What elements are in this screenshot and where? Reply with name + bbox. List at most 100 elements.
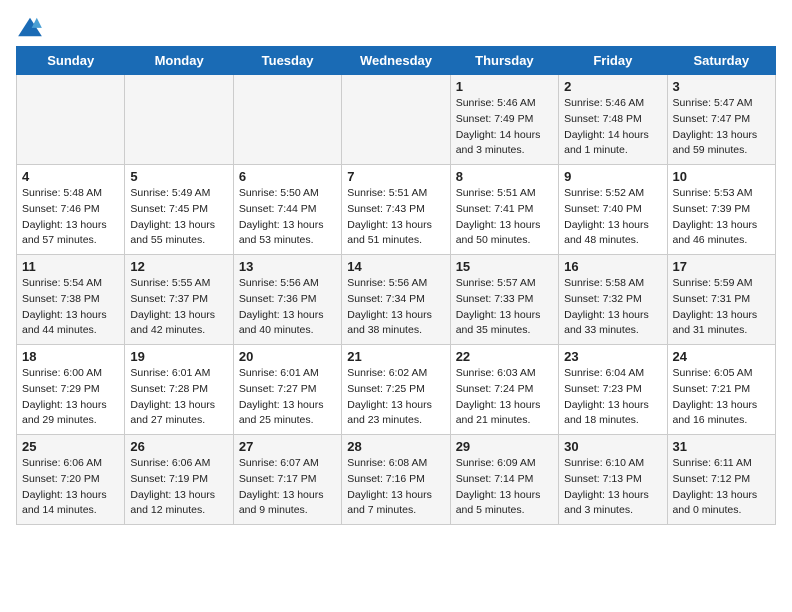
day-cell: 19Sunrise: 6:01 AM Sunset: 7:28 PM Dayli… [125, 345, 233, 435]
day-cell: 21 Sunrise: 6:02 AM Sunset: 7:25 PM Dayli… [342, 345, 450, 435]
day-cell: 18Sunrise: 6:00 AM Sunset: 7:29 PM Dayli… [17, 345, 125, 435]
day-info: Sunrise: 5:50 AM Sunset: 7:44 PM Dayligh… [239, 186, 336, 249]
day-header-thursday: Thursday [450, 47, 558, 75]
day-info: Sunrise: 5:46 AM Sunset: 7:49 PM Dayligh… [456, 96, 553, 159]
day-cell: 10 Sunrise: 5:53 AM Sunset: 7:39 PM Dayli… [667, 165, 775, 255]
day-cell: 9 Sunrise: 5:52 AM Sunset: 7:40 PM Daylig… [559, 165, 667, 255]
day-number: 31 [673, 439, 770, 454]
day-info: Sunrise: 6:06 AM Sunset: 7:19 PM Dayligh… [130, 456, 227, 519]
day-number: 15 [456, 259, 553, 274]
day-info: Sunrise: 6:08 AM Sunset: 7:16 PM Dayligh… [347, 456, 444, 519]
day-cell: 29 Sunrise: 6:09 AM Sunset: 7:14 PM Dayli… [450, 435, 558, 525]
day-info: Sunrise: 5:48 AM Sunset: 7:46 PM Dayligh… [22, 186, 119, 249]
week-row-5: 25 Sunrise: 6:06 AM Sunset: 7:20 PM Dayli… [17, 435, 776, 525]
day-cell: 31 Sunrise: 6:11 AM Sunset: 7:12 PM Dayli… [667, 435, 775, 525]
day-number: 2 [564, 79, 661, 94]
day-info: Sunrise: 5:56 AM Sunset: 7:36 PM Dayligh… [239, 276, 336, 339]
day-cell: 3 Sunrise: 5:47 AM Sunset: 7:47 PM Daylig… [667, 75, 775, 165]
week-row-4: 18Sunrise: 6:00 AM Sunset: 7:29 PM Dayli… [17, 345, 776, 435]
day-info: Sunrise: 6:02 AM Sunset: 7:25 PM Dayligh… [347, 366, 444, 429]
day-info: Sunrise: 5:59 AM Sunset: 7:31 PM Dayligh… [673, 276, 770, 339]
day-number: 27 [239, 439, 336, 454]
day-number: 1 [456, 79, 553, 94]
day-cell: 13Sunrise: 5:56 AM Sunset: 7:36 PM Dayli… [233, 255, 341, 345]
day-cell: 6 Sunrise: 5:50 AM Sunset: 7:44 PM Daylig… [233, 165, 341, 255]
day-number: 14 [347, 259, 444, 274]
day-header-wednesday: Wednesday [342, 47, 450, 75]
day-cell: 5 Sunrise: 5:49 AM Sunset: 7:45 PM Daylig… [125, 165, 233, 255]
day-cell: 16 Sunrise: 5:58 AM Sunset: 7:32 PM Dayli… [559, 255, 667, 345]
day-number: 24 [673, 349, 770, 364]
day-info: Sunrise: 5:54 AM Sunset: 7:38 PM Dayligh… [22, 276, 119, 339]
day-number: 25 [22, 439, 119, 454]
day-info: Sunrise: 5:47 AM Sunset: 7:47 PM Dayligh… [673, 96, 770, 159]
day-cell [233, 75, 341, 165]
day-number: 18 [22, 349, 119, 364]
day-info: Sunrise: 5:53 AM Sunset: 7:39 PM Dayligh… [673, 186, 770, 249]
day-number: 10 [673, 169, 770, 184]
week-row-2: 4 Sunrise: 5:48 AM Sunset: 7:46 PM Daylig… [17, 165, 776, 255]
day-number: 9 [564, 169, 661, 184]
day-number: 22 [456, 349, 553, 364]
day-number: 16 [564, 259, 661, 274]
day-info: Sunrise: 5:57 AM Sunset: 7:33 PM Dayligh… [456, 276, 553, 339]
day-info: Sunrise: 6:06 AM Sunset: 7:20 PM Dayligh… [22, 456, 119, 519]
day-cell: 14 Sunrise: 5:56 AM Sunset: 7:34 PM Dayli… [342, 255, 450, 345]
day-info: Sunrise: 6:09 AM Sunset: 7:14 PM Dayligh… [456, 456, 553, 519]
day-header-sunday: Sunday [17, 47, 125, 75]
day-number: 12 [130, 259, 227, 274]
day-cell: 2 Sunrise: 5:46 AM Sunset: 7:48 PM Daylig… [559, 75, 667, 165]
days-header-row: SundayMondayTuesdayWednesdayThursdayFrid… [17, 47, 776, 75]
day-info: Sunrise: 5:51 AM Sunset: 7:43 PM Dayligh… [347, 186, 444, 249]
day-info: Sunrise: 6:05 AM Sunset: 7:21 PM Dayligh… [673, 366, 770, 429]
day-number: 20 [239, 349, 336, 364]
day-info: Sunrise: 5:55 AM Sunset: 7:37 PM Dayligh… [130, 276, 227, 339]
day-cell: 1 Sunrise: 5:46 AM Sunset: 7:49 PM Daylig… [450, 75, 558, 165]
day-info: Sunrise: 5:46 AM Sunset: 7:48 PM Dayligh… [564, 96, 661, 159]
day-number: 21 [347, 349, 444, 364]
day-info: Sunrise: 5:49 AM Sunset: 7:45 PM Dayligh… [130, 186, 227, 249]
week-row-1: 1 Sunrise: 5:46 AM Sunset: 7:49 PM Daylig… [17, 75, 776, 165]
day-number: 6 [239, 169, 336, 184]
day-cell: 12 Sunrise: 5:55 AM Sunset: 7:37 PM Dayli… [125, 255, 233, 345]
day-info: Sunrise: 6:07 AM Sunset: 7:17 PM Dayligh… [239, 456, 336, 519]
day-info: Sunrise: 5:52 AM Sunset: 7:40 PM Dayligh… [564, 186, 661, 249]
day-cell: 20 Sunrise: 6:01 AM Sunset: 7:27 PM Dayli… [233, 345, 341, 435]
day-header-saturday: Saturday [667, 47, 775, 75]
day-header-tuesday: Tuesday [233, 47, 341, 75]
day-cell: 22 Sunrise: 6:03 AM Sunset: 7:24 PM Dayli… [450, 345, 558, 435]
day-header-friday: Friday [559, 47, 667, 75]
day-info: Sunrise: 6:10 AM Sunset: 7:13 PM Dayligh… [564, 456, 661, 519]
day-number: 5 [130, 169, 227, 184]
logo-icon [16, 16, 44, 38]
week-row-3: 11 Sunrise: 5:54 AM Sunset: 7:38 PM Dayli… [17, 255, 776, 345]
day-cell [342, 75, 450, 165]
day-number: 3 [673, 79, 770, 94]
day-number: 4 [22, 169, 119, 184]
day-info: Sunrise: 6:03 AM Sunset: 7:24 PM Dayligh… [456, 366, 553, 429]
day-number: 23 [564, 349, 661, 364]
day-cell: 23Sunrise: 6:04 AM Sunset: 7:23 PM Dayli… [559, 345, 667, 435]
day-cell: 7 Sunrise: 5:51 AM Sunset: 7:43 PM Daylig… [342, 165, 450, 255]
day-cell: 15 Sunrise: 5:57 AM Sunset: 7:33 PM Dayli… [450, 255, 558, 345]
day-cell: 4 Sunrise: 5:48 AM Sunset: 7:46 PM Daylig… [17, 165, 125, 255]
day-cell: 30Sunrise: 6:10 AM Sunset: 7:13 PM Dayli… [559, 435, 667, 525]
day-number: 7 [347, 169, 444, 184]
day-info: Sunrise: 6:11 AM Sunset: 7:12 PM Dayligh… [673, 456, 770, 519]
day-header-monday: Monday [125, 47, 233, 75]
header [16, 16, 776, 38]
day-number: 11 [22, 259, 119, 274]
day-cell: 17 Sunrise: 5:59 AM Sunset: 7:31 PM Dayli… [667, 255, 775, 345]
day-number: 17 [673, 259, 770, 274]
day-info: Sunrise: 5:56 AM Sunset: 7:34 PM Dayligh… [347, 276, 444, 339]
day-number: 29 [456, 439, 553, 454]
day-cell: 24 Sunrise: 6:05 AM Sunset: 7:21 PM Dayli… [667, 345, 775, 435]
day-cell [125, 75, 233, 165]
day-cell: 27 Sunrise: 6:07 AM Sunset: 7:17 PM Dayli… [233, 435, 341, 525]
day-number: 8 [456, 169, 553, 184]
day-info: Sunrise: 6:01 AM Sunset: 7:27 PM Dayligh… [239, 366, 336, 429]
day-cell: 26 Sunrise: 6:06 AM Sunset: 7:19 PM Dayli… [125, 435, 233, 525]
day-number: 26 [130, 439, 227, 454]
day-cell [17, 75, 125, 165]
day-info: Sunrise: 5:58 AM Sunset: 7:32 PM Dayligh… [564, 276, 661, 339]
